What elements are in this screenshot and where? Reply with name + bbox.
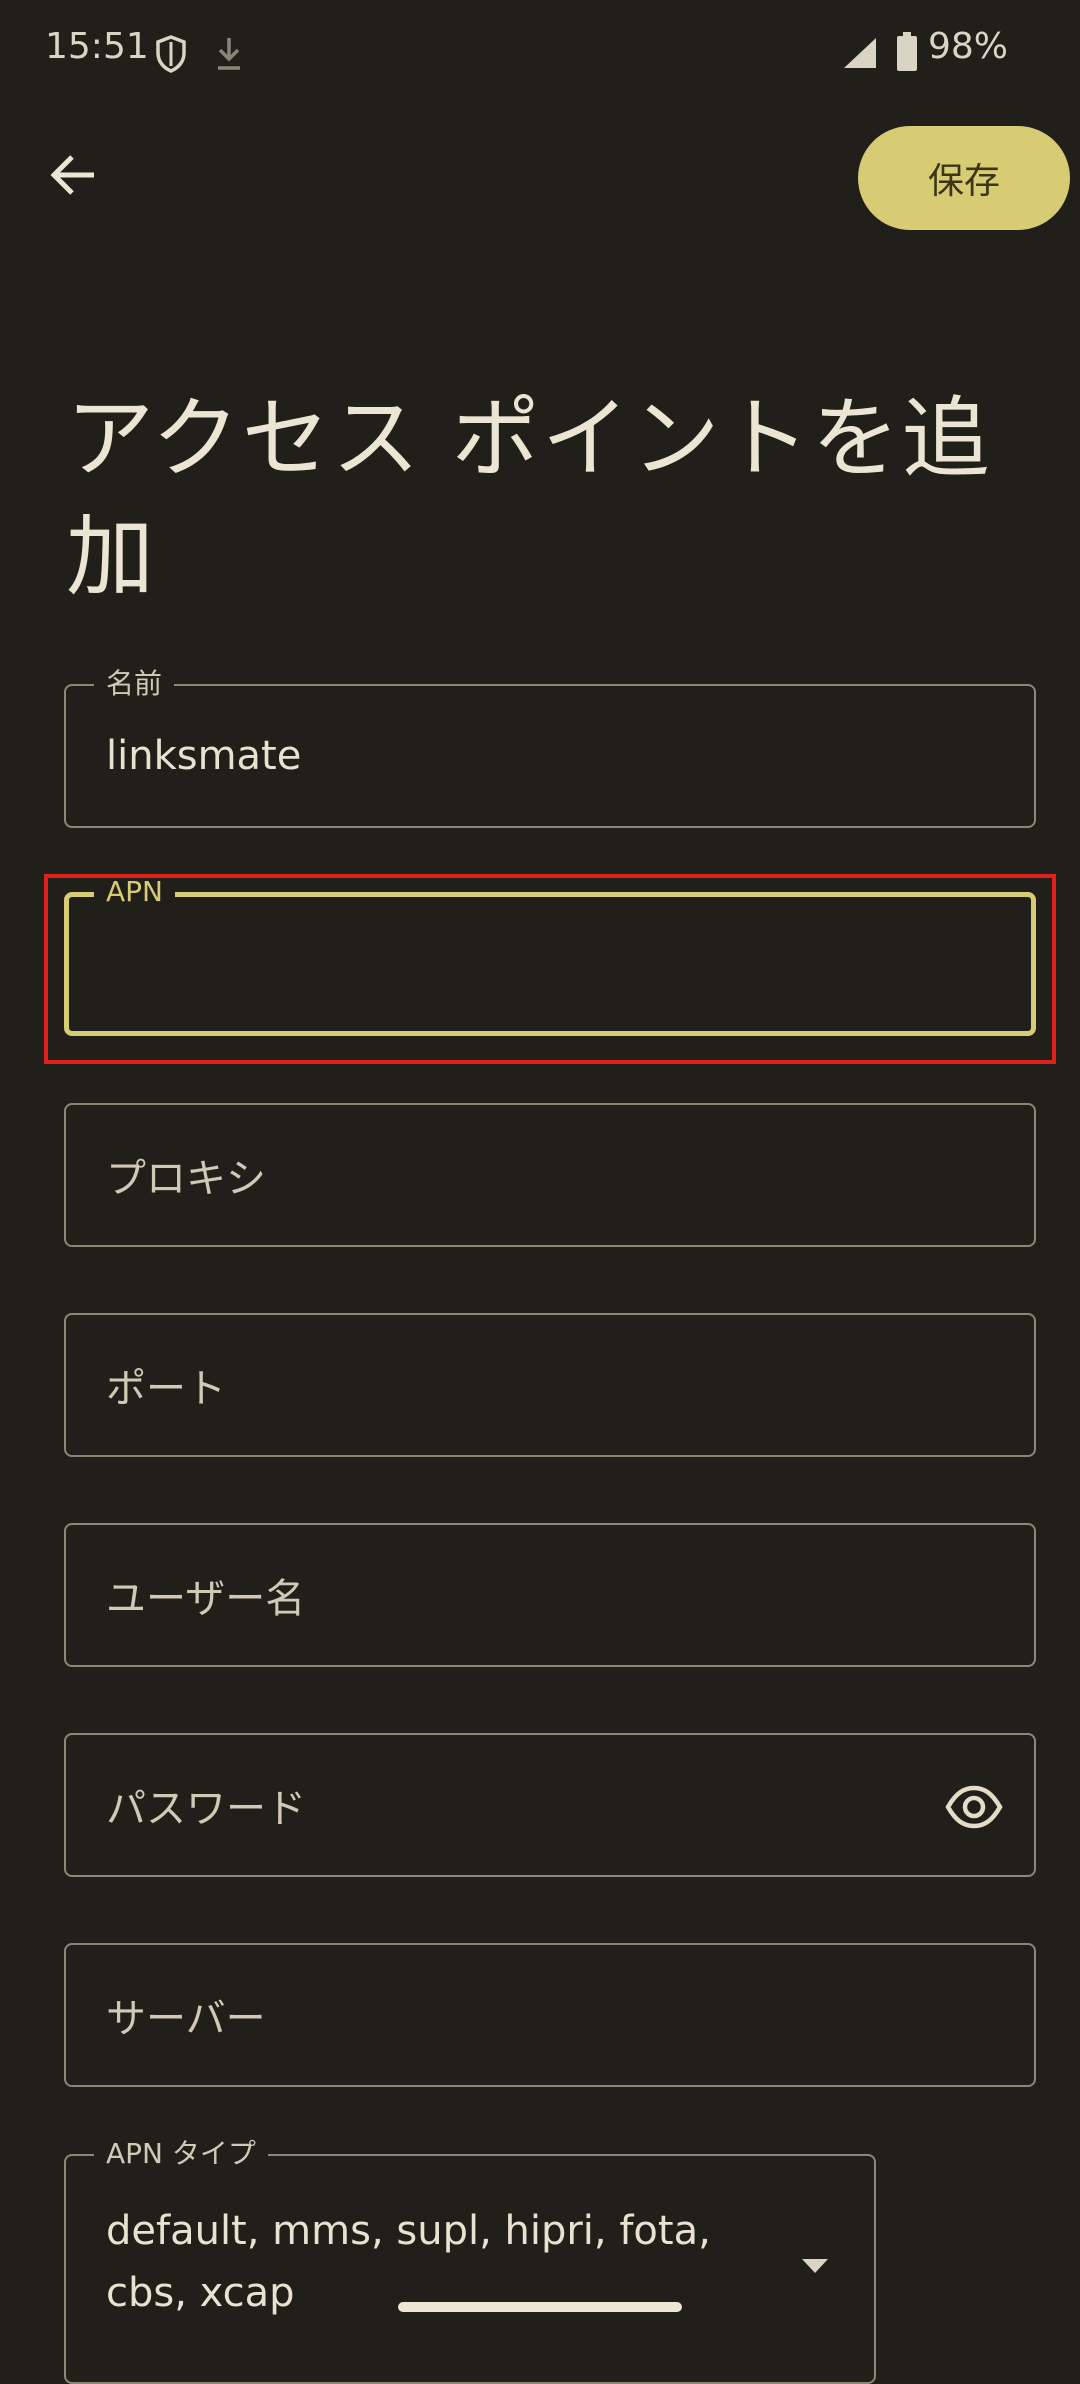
- eye-icon[interactable]: [944, 1779, 1004, 1835]
- status-bar: 15:51 98%: [0, 0, 1080, 105]
- port-field-placeholder: ポート: [106, 1366, 226, 1412]
- apn-field[interactable]: APN: [64, 874, 1036, 1036]
- proxy-field[interactable]: プロキシ: [64, 1103, 1036, 1247]
- signal-icon: [844, 38, 876, 68]
- proxy-field-placeholder: プロキシ: [106, 1156, 266, 1202]
- chevron-down-icon: [802, 2259, 828, 2273]
- server-field-placeholder: サーバー: [106, 1996, 266, 2042]
- page-title: アクセス ポイントを追加: [66, 387, 992, 608]
- username-field[interactable]: ユーザー名: [64, 1523, 1036, 1667]
- name-field-value: linksmate: [106, 733, 302, 779]
- battery-icon: [897, 32, 917, 71]
- download-icon: [218, 38, 240, 70]
- arrow-left-icon: [50, 155, 94, 195]
- status-time: 15:51: [45, 26, 149, 67]
- apn-type-label: APN タイプ: [94, 2136, 268, 2172]
- password-field-placeholder: パスワード: [106, 1786, 306, 1832]
- save-button[interactable]: 保存: [858, 126, 1070, 230]
- gesture-nav-handle[interactable]: [398, 2302, 682, 2312]
- password-field[interactable]: パスワード: [64, 1733, 1036, 1877]
- port-field[interactable]: ポート: [64, 1313, 1036, 1457]
- apn-field-label: APN: [94, 874, 175, 910]
- apn-type-dropdown[interactable]: APN タイプ default, mms, supl, hipri, fota,…: [64, 2136, 876, 2384]
- shield-icon: [156, 35, 186, 73]
- server-field[interactable]: サーバー: [64, 1943, 1036, 2087]
- battery-percent: 98%: [928, 26, 1009, 67]
- username-field-placeholder: ユーザー名: [106, 1576, 306, 1622]
- back-button[interactable]: [44, 145, 104, 205]
- name-field[interactable]: 名前 linksmate: [64, 666, 1036, 828]
